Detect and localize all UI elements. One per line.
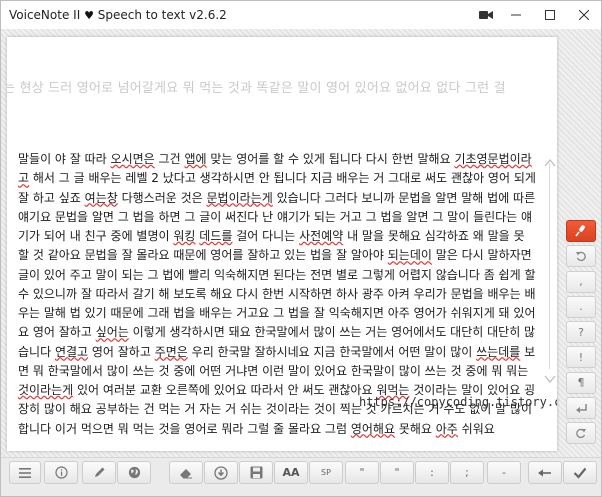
dash-button[interactable]: -	[487, 461, 521, 484]
misspelled-word: 아주	[435, 421, 458, 436]
interim-transcript: 는 현상 드러 영어로 넘어갈게요 뭐 먹는 것과 똑같은 말이 영어 있어요 …	[7, 81, 506, 96]
button-label: ¶	[577, 376, 585, 390]
button-label: :	[430, 466, 434, 479]
text-segment: 쉬워요	[457, 421, 495, 436]
text-segment: 말들이 야 잘 따라	[18, 152, 111, 166]
microphone-button[interactable]	[566, 220, 596, 242]
misspelled-word: 것이라는게	[18, 383, 74, 397]
misspelled-word: 사전예약	[299, 229, 344, 243]
info-icon	[54, 466, 68, 479]
pen-button[interactable]	[82, 461, 116, 484]
enter-icon	[575, 403, 588, 414]
quote-button[interactable]: "	[345, 461, 379, 484]
button-label: SP	[321, 468, 331, 477]
close-button[interactable]	[567, 1, 601, 29]
colon-button[interactable]: :	[415, 461, 449, 484]
minimize-button[interactable]	[499, 1, 533, 29]
button-label: .	[579, 300, 583, 314]
scroll-up-icon[interactable]	[544, 153, 556, 167]
space-button[interactable]: SP	[309, 461, 343, 484]
scrollbar-track[interactable]	[549, 163, 550, 369]
misspelled-word: 쓰는데를	[476, 344, 521, 359]
misspelled-word: 여는창	[84, 190, 118, 205]
misspelled-word: 오시면은	[110, 152, 155, 166]
period-button[interactable]: .	[566, 295, 596, 318]
misspelled-word: 연결고	[54, 344, 89, 359]
misspelled-word: 싶어는	[95, 325, 129, 340]
bottom-toolbar: AA SP " ":; -	[1, 457, 601, 496]
backspace-button[interactable]	[528, 461, 562, 484]
button-label: ;	[465, 466, 469, 479]
redo-icon	[575, 427, 587, 439]
misspelled-word: 문법이라는게	[206, 190, 273, 205]
save-button[interactable]	[239, 461, 273, 484]
maximize-button[interactable]	[533, 1, 567, 29]
app-window: VoiceNote II ♥ Speech to text v2.6.2 는 현…	[0, 0, 602, 497]
eraser-button[interactable]	[169, 461, 203, 484]
exclamation-button[interactable]: !	[566, 346, 596, 369]
microphone-icon	[574, 224, 588, 238]
title-bar: VoiceNote II ♥ Speech to text v2.6.2	[1, 1, 601, 29]
text-segment: 다행스러운 것은	[117, 190, 207, 205]
button-label: "	[359, 466, 365, 479]
font-size-button[interactable]: AA	[274, 461, 308, 484]
globe-button[interactable]	[117, 461, 151, 484]
watermark-url: https://copycoding.tistory.com/	[359, 395, 557, 409]
text-segment: 걸어 다니는	[232, 229, 300, 243]
menu-button[interactable]	[9, 461, 41, 484]
redo-button[interactable]	[566, 422, 596, 445]
check-button[interactable]	[563, 461, 597, 484]
download-button[interactable]	[204, 461, 238, 484]
heart-icon: ♥	[84, 9, 94, 22]
pen-icon	[93, 466, 106, 479]
editor-paper[interactable]: 는 현상 드러 영어로 넘어갈게요 뭐 먹는 것과 똑같은 말이 영어 있어요 …	[7, 37, 557, 451]
misspelled-word: 되는데이	[387, 248, 432, 263]
comma-button[interactable]: ,	[566, 270, 596, 293]
info-button[interactable]	[44, 461, 78, 484]
misspelled-word: 데드를	[199, 229, 233, 243]
question-button[interactable]: ?	[566, 321, 596, 344]
window-title: VoiceNote II ♥ Speech to text v2.6.2	[1, 8, 227, 22]
button-label: "	[394, 466, 400, 479]
app-subtitle: Speech to text v2.6.2	[97, 8, 227, 22]
misspelled-word: 영어해요	[350, 421, 395, 436]
scrollbar[interactable]	[544, 153, 556, 383]
semicolon-button[interactable]: ;	[450, 461, 484, 484]
text-segment: 우리 한국말 잘하시네요 지금 한국말에서 어떤 말이 많이	[187, 344, 477, 359]
button-label: ,	[579, 275, 583, 289]
menu-icon	[19, 467, 31, 478]
text-segment: 영어 잘하고	[88, 344, 155, 359]
download-icon	[214, 465, 228, 480]
save-icon	[250, 466, 263, 479]
scroll-down-icon[interactable]	[544, 369, 556, 383]
enter-button[interactable]	[566, 397, 596, 420]
button-label: ?	[578, 325, 584, 339]
double-quote-button[interactable]: "	[380, 461, 414, 484]
text-segment: 그건	[154, 152, 185, 166]
button-label: -	[502, 466, 506, 479]
misspelled-word: 앱에	[184, 152, 207, 166]
check-icon	[573, 467, 587, 479]
misspelled-word: 워킹	[173, 229, 196, 243]
eraser-icon	[179, 467, 193, 479]
button-label: AA	[282, 466, 300, 479]
undo-button[interactable]	[566, 245, 596, 268]
punctuation-sidebar: ,.?! ¶	[566, 220, 596, 448]
text-segment: 있어 여러분 교환 오른쪽에 있어요 따라서 안 써도 괜찮아요	[73, 383, 377, 397]
text-segment: 맞는 영어를 할 수 있게 됩니다 다시 한번 말해요	[206, 152, 455, 166]
backspace-icon	[538, 468, 552, 478]
text-segment: 못해요	[395, 421, 436, 436]
misspelled-word: 주면은	[154, 344, 188, 359]
paragraph-button[interactable]: ¶	[566, 371, 596, 394]
camera-icon[interactable]	[473, 1, 499, 29]
undo-icon	[575, 250, 587, 262]
button-label: !	[578, 350, 584, 364]
globe-icon	[128, 466, 141, 479]
app-name: VoiceNote II	[9, 8, 81, 22]
